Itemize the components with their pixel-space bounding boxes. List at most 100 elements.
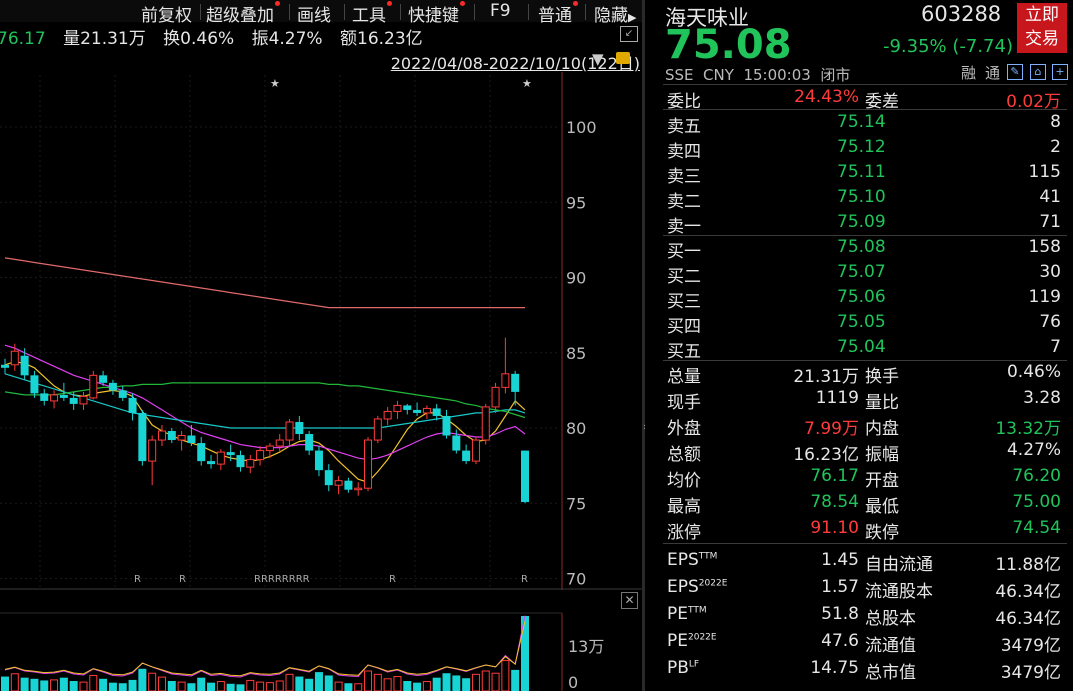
volume-bar: [148, 672, 157, 691]
toolbar-shortcut[interactable]: 快捷键: [408, 1, 465, 26]
home-icon[interactable]: ⌂: [1030, 64, 1046, 80]
volume-bar: [216, 681, 225, 691]
toolbar-normal[interactable]: 普通: [538, 1, 578, 26]
candle: [481, 403, 490, 445]
level-label: 买二: [667, 267, 701, 287]
toolbar-tools[interactable]: 工具: [352, 1, 392, 26]
trade-button[interactable]: 立即 交易: [1017, 3, 1067, 53]
candle-body: [364, 439, 373, 489]
stat-row: 涨停 91.10 跌停 74.54: [667, 516, 1061, 543]
fin-label: 总股本: [865, 609, 916, 629]
stat-label: 最高: [667, 497, 701, 517]
volume-bar: [305, 678, 314, 691]
kline-chart[interactable]: 10095908580757013万0 ★ ★ RR RRRRRRRR R R: [0, 0, 642, 691]
volume-bar: [177, 681, 186, 691]
toolbar-draw[interactable]: 画线: [297, 1, 331, 26]
volume-bar: [285, 673, 294, 691]
level-volume: 158: [1028, 237, 1061, 257]
volume-bar: [364, 670, 373, 691]
volume-bar: [324, 675, 333, 691]
candle-body: [314, 450, 323, 471]
fin-value: 1.57: [821, 577, 859, 597]
stat-label: 跌停: [865, 523, 899, 543]
edit-icon[interactable]: ✎: [1007, 64, 1023, 80]
price-tick: 90: [566, 269, 586, 288]
candle-body: [99, 375, 108, 383]
level-price: 75.07: [837, 262, 886, 282]
svg-text:R: R: [134, 574, 141, 585]
level-volume: 76: [1039, 312, 1061, 332]
candle-body: [236, 455, 245, 468]
candle-body: [511, 373, 520, 392]
toolbar-f9[interactable]: F9: [490, 1, 511, 21]
level-label: 买五: [667, 342, 701, 362]
volume-bar: [491, 672, 500, 691]
volume-bar: [79, 681, 88, 691]
stat-value: 78.54: [810, 492, 859, 512]
toolbar-fq[interactable]: 前复权: [141, 1, 192, 26]
fin-row: 1.45 自由流通 11.88亿 EPSTTM: [667, 548, 1061, 575]
stat-value: 1119: [815, 388, 859, 408]
star-marker: ★: [522, 77, 532, 90]
fin-label: EPS2022E: [667, 577, 728, 597]
svg-text:R: R: [389, 574, 396, 585]
stat-row: 均价 76.17 开盘 76.20: [667, 464, 1061, 491]
svg-text:RRRRRRRR: RRRRRRRR: [254, 574, 310, 585]
volume-bar: [40, 680, 49, 691]
price-tick: 95: [566, 193, 586, 212]
stat-row: 总量 21.31万 换手 0.46%: [667, 360, 1061, 387]
candle-body: [324, 470, 333, 486]
screenshot-icon[interactable]: ↙: [620, 26, 638, 42]
amount: 额16.23亿: [340, 29, 423, 49]
volume-bar: [256, 681, 265, 691]
stat-value: 16.23亿: [793, 445, 859, 465]
volume-bar: [89, 674, 98, 691]
volume-bar: [246, 679, 255, 691]
close-icon[interactable]: ✕: [621, 592, 638, 609]
volume-bar: [69, 681, 78, 691]
star-marker: ★: [270, 77, 280, 90]
level-label: 卖二: [667, 192, 701, 212]
dropdown-arrow-icon[interactable]: ▼: [592, 50, 604, 68]
volume-bar: [265, 682, 274, 691]
candle-body: [40, 393, 49, 401]
volume-bar: [128, 679, 137, 691]
volume-tick: 13万: [568, 637, 604, 656]
candle-body: [471, 439, 480, 462]
candle-body: [216, 451, 225, 465]
candle-body: [403, 405, 412, 410]
stat-value: 74.54: [1012, 518, 1061, 538]
level-label: 卖五: [667, 117, 701, 137]
volume-bar: [157, 676, 166, 691]
volume-bar: [275, 680, 284, 691]
toolbar-overlay[interactable]: 超级叠加: [206, 1, 280, 26]
price-tick: 80: [566, 419, 586, 438]
volume-bar: [413, 682, 422, 691]
volume-bar: [138, 668, 147, 691]
candle-body: [79, 395, 88, 405]
volume-bar: [99, 678, 108, 691]
add-icon[interactable]: +: [1052, 64, 1068, 80]
candle-body: [521, 450, 529, 503]
candle-body: [344, 480, 353, 490]
bid-row: 买一 75.08 158: [667, 235, 1061, 262]
candle-body: [138, 412, 147, 462]
fin-value: 47.6: [821, 631, 859, 651]
candle: [471, 437, 480, 465]
fin-value: 11.88亿: [995, 555, 1061, 575]
candle-body: [69, 397, 78, 404]
stat-row: 最高 78.54 最低 75.00: [667, 490, 1061, 517]
candle-body: [177, 435, 186, 441]
volume-bar: [236, 684, 245, 691]
level-label: 买四: [667, 317, 701, 337]
level-label: 卖四: [667, 142, 701, 162]
lock-icon[interactable]: [616, 52, 630, 64]
candle-body: [422, 407, 431, 414]
candle-body: [128, 397, 137, 413]
candle-body: [89, 374, 98, 399]
level-price: 75.05: [837, 312, 886, 332]
toolbar-hide[interactable]: 隐藏▶: [594, 1, 636, 26]
volume-bar: [207, 682, 216, 691]
volume-bar: [452, 675, 461, 691]
stat-label: 开盘: [865, 471, 899, 491]
